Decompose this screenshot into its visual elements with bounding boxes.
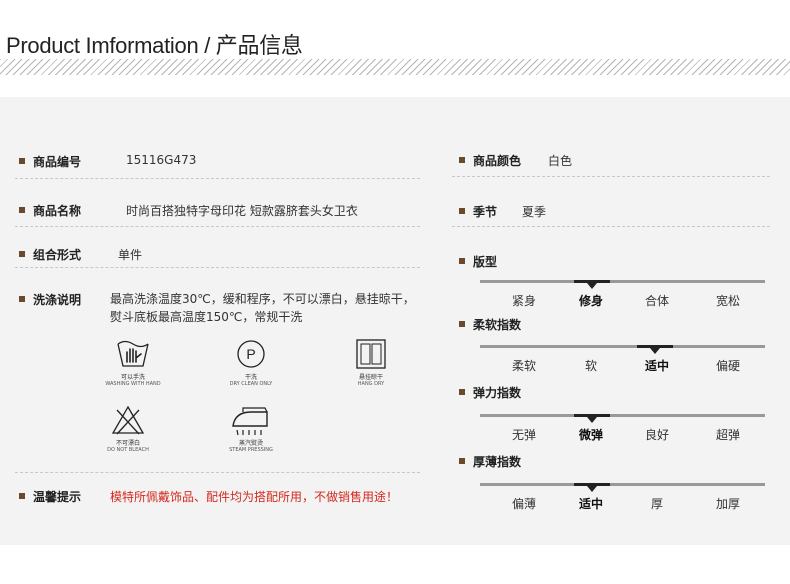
fit-scale-bar bbox=[480, 280, 765, 283]
bullet-square bbox=[459, 208, 465, 214]
page-title: Product Imformation / 产品信息 bbox=[6, 33, 303, 58]
name-value: 时尚百搭独特字母印花 短款露脐套头女卫衣 bbox=[126, 204, 358, 218]
elastic-option: 超弹 bbox=[715, 428, 740, 442]
care-cn: 悬挂晾干 bbox=[358, 374, 383, 381]
divider bbox=[15, 226, 420, 227]
divider bbox=[452, 226, 770, 227]
bullet-square bbox=[459, 389, 465, 395]
thick-scale-bar bbox=[480, 483, 765, 486]
care-en: DO NOT BLEACH bbox=[107, 447, 149, 453]
combo-value: 单件 bbox=[118, 248, 143, 262]
soft-option: 偏硬 bbox=[715, 359, 740, 373]
hand-wash-icon bbox=[117, 340, 149, 367]
care-en: STEAM PRESSING bbox=[229, 447, 273, 453]
elastic-option: 良好 bbox=[644, 428, 669, 442]
soft-option: 软 bbox=[584, 359, 597, 373]
wash-label: 洗涤说明 bbox=[33, 293, 82, 307]
care-cn: 可以手洗 bbox=[120, 374, 145, 381]
fit-option: 宽松 bbox=[715, 294, 740, 308]
bullet-square bbox=[459, 458, 465, 464]
wash-instructions: 最高洗涤温度30℃，缓和程序，不可以漂白，悬挂晾干， 熨斗底板最高温度150℃，… bbox=[110, 290, 430, 326]
hatch-divider bbox=[0, 59, 790, 75]
soft-scale-bar bbox=[480, 345, 765, 348]
color-label: 商品颜色 bbox=[473, 154, 522, 168]
dry-clean-letter: P bbox=[246, 346, 255, 362]
care-hang-dry: 悬挂晾干 HANG DRY bbox=[341, 338, 401, 387]
divider bbox=[452, 176, 770, 177]
care-cn: 不可漂白 bbox=[115, 440, 140, 447]
elastic-scale-bar bbox=[480, 414, 765, 417]
fit-label: 版型 bbox=[473, 255, 498, 269]
season-label: 季节 bbox=[473, 205, 498, 219]
care-no-bleach: 不可漂白 DO NOT BLEACH bbox=[98, 404, 158, 453]
care-en: WASHING WITH HAND bbox=[105, 381, 161, 387]
marker-triangle-icon bbox=[650, 348, 660, 354]
thick-label: 厚薄指数 bbox=[473, 455, 522, 469]
thick-option: 加厚 bbox=[715, 497, 740, 511]
divider bbox=[15, 472, 420, 473]
care-en: HANG DRY bbox=[357, 381, 385, 387]
bullet-square bbox=[19, 296, 25, 302]
divider bbox=[15, 267, 420, 268]
fit-option: 修身 bbox=[578, 294, 603, 308]
marker-triangle-icon bbox=[587, 417, 597, 423]
bullet-square bbox=[459, 321, 465, 327]
bullet-square bbox=[459, 258, 465, 264]
bullet-square bbox=[19, 493, 25, 499]
code-label: 商品编号 bbox=[33, 155, 82, 169]
bullet-square bbox=[19, 207, 25, 213]
thick-option: 偏薄 bbox=[511, 497, 536, 511]
divider bbox=[15, 178, 420, 179]
dry-clean-icon: P bbox=[237, 340, 265, 368]
care-steam-iron: 蒸汽熨烫 STEAM PRESSING bbox=[219, 404, 283, 453]
elastic-option: 微弹 bbox=[578, 428, 603, 442]
marker-triangle-icon bbox=[587, 486, 597, 492]
no-bleach-icon bbox=[111, 405, 145, 435]
hang-dry-icon bbox=[356, 339, 386, 369]
steam-iron-icon bbox=[232, 407, 268, 436]
name-label: 商品名称 bbox=[33, 204, 82, 218]
tip-value: 模特所佩戴饰品、配件均为搭配所用，不做销售用途！ bbox=[110, 490, 399, 504]
soft-label: 柔软指数 bbox=[473, 318, 522, 332]
thick-option: 适中 bbox=[578, 497, 603, 511]
wash-line: 最高洗涤温度30℃，缓和程序，不可以漂白，悬挂晾干， bbox=[110, 292, 415, 306]
color-value: 白色 bbox=[548, 154, 573, 168]
wash-line: 熨斗底板最高温度150℃，常规干洗 bbox=[110, 310, 303, 324]
thick-option: 厚 bbox=[650, 497, 663, 511]
elastic-label: 弹力指数 bbox=[473, 386, 522, 400]
care-cn: 干洗 bbox=[244, 374, 257, 381]
soft-option: 柔软 bbox=[511, 359, 536, 373]
elastic-option: 无弹 bbox=[511, 428, 536, 442]
care-en: DRY CLEAN ONLY bbox=[229, 381, 273, 387]
combo-label: 组合形式 bbox=[33, 248, 82, 262]
care-cn: 蒸汽熨烫 bbox=[238, 440, 263, 447]
care-hand-wash: 可以手洗 WASHING WITH HAND bbox=[103, 338, 163, 387]
bullet-square bbox=[19, 158, 25, 164]
marker-triangle-icon bbox=[587, 283, 597, 289]
fit-option: 合体 bbox=[644, 294, 669, 308]
fit-option: 紧身 bbox=[511, 294, 536, 308]
bullet-square bbox=[459, 157, 465, 163]
soft-option: 适中 bbox=[644, 359, 669, 373]
code-value: 15116G473 bbox=[126, 153, 197, 167]
bullet-square bbox=[19, 251, 25, 257]
tip-label: 温馨提示 bbox=[33, 490, 82, 504]
care-dry-clean: P 干洗 DRY CLEAN ONLY bbox=[221, 338, 281, 387]
season-value: 夏季 bbox=[522, 205, 547, 219]
